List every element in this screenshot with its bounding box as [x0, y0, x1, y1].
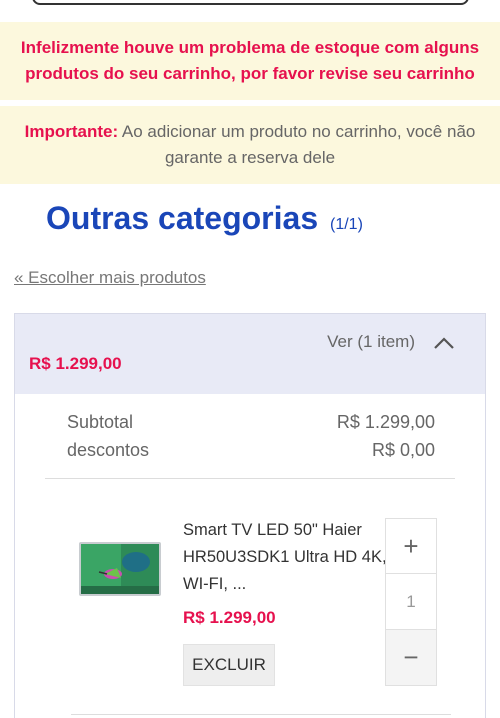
item-divider [71, 714, 451, 715]
stock-error-text: Infelizmente houve um problema de estoqu… [20, 38, 480, 83]
product-price: R$ 1.299,00 [183, 608, 276, 627]
discount-label: descontos [67, 440, 150, 460]
category-title: Outras categorias [46, 200, 319, 236]
subtotal-value: R$ 1.299,00 [336, 412, 435, 432]
discount-value: R$ 0,00 [371, 440, 435, 460]
tv-hummingbird-image [81, 544, 159, 594]
delete-item-button[interactable]: EXCLUIR [183, 644, 275, 686]
summary-divider [45, 478, 455, 479]
stock-error-alert: Infelizmente houve um problema de estoqu… [0, 22, 500, 100]
quantity-value[interactable]: 1 [386, 574, 436, 630]
subtotal-label: Subtotal [67, 412, 134, 432]
subtotal-row: Subtotal R$ 1.299,00 [67, 412, 435, 433]
reservation-info-text: Importante: Ao adicionar um produto no c… [10, 119, 490, 171]
cart-toggle-label[interactable]: Ver (1 item) [327, 332, 415, 352]
increase-quantity-button[interactable]: + [386, 519, 436, 574]
discount-row: descontos R$ 0,00 [67, 440, 435, 461]
quantity-stepper: + 1 − [385, 518, 437, 686]
decrease-quantity-button[interactable]: − [386, 630, 436, 685]
choose-more-products-link[interactable]: « Escolher mais produtos [14, 268, 206, 288]
info-body: Ao adicionar um produto no carrinho, voc… [118, 122, 476, 167]
info-strong-label: Importante: [24, 122, 119, 141]
product-image[interactable] [79, 542, 161, 596]
cart-header-price: R$ 1.299,00 [29, 354, 122, 373]
category-count: (1/1) [330, 216, 363, 233]
reservation-info-alert: Importante: Ao adicionar um produto no c… [0, 106, 500, 184]
chevron-up-icon[interactable] [433, 336, 455, 350]
product-name[interactable]: Smart TV LED 50" Haier HR50U3SDK1 Ultra … [183, 517, 388, 598]
top-search-input[interactable] [32, 0, 469, 5]
cart-header[interactable]: Ver (1 item) R$ 1.299,00 [15, 314, 485, 394]
cart-panel: Ver (1 item) R$ 1.299,00 Subtotal R$ 1.2… [14, 313, 486, 718]
